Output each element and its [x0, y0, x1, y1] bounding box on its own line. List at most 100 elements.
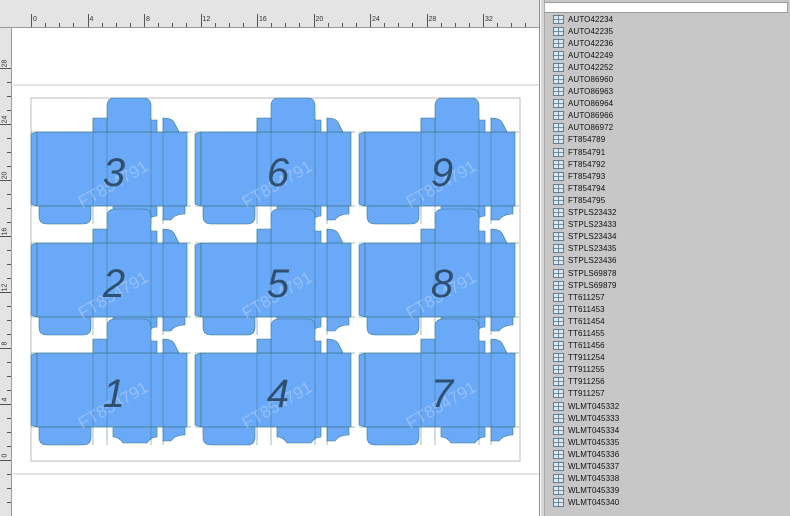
- layer-list-item[interactable]: WLMT045337: [541, 460, 790, 472]
- layer-label: AUTO42236: [568, 38, 614, 48]
- layer-list-item[interactable]: FT854792: [541, 158, 790, 170]
- layer-list-item[interactable]: STPLS23434: [541, 231, 790, 243]
- ruler-tick: [45, 23, 47, 27]
- layer-list-item[interactable]: AUTO86964: [541, 98, 790, 110]
- layer-list-item[interactable]: TT611453: [541, 303, 790, 315]
- layer-label: WLMT045334: [568, 425, 620, 435]
- design-workspace[interactable]: FT854791 3 FT854791 6 FT854791 9 FT854791 2 FT85…: [13, 29, 540, 516]
- layer-list-item[interactable]: AUTO86963: [541, 86, 790, 98]
- layer-stack-icon: [553, 341, 564, 350]
- layer-list-item[interactable]: AUTO42252: [541, 61, 790, 73]
- ruler-tick: [7, 334, 11, 335]
- layer-list-item[interactable]: TT911257: [541, 388, 790, 400]
- dieline-box[interactable]: FT8547919: [358, 97, 519, 225]
- layer-list: AUTO42234 AUTO42235 AUTO42236 AUTO42249 AUTO…: [541, 13, 790, 509]
- top-tuck-flap: [100, 97, 158, 133]
- layer-list-item[interactable]: TT611257: [541, 291, 790, 303]
- layer-list-item[interactable]: AUTO42235: [541, 25, 790, 37]
- glue-tab: [30, 352, 38, 428]
- box-number: 2: [102, 262, 125, 306]
- layer-list-item[interactable]: AUTO42236: [541, 37, 790, 49]
- horizontal-ruler[interactable]: 04812162024283236: [0, 0, 541, 28]
- layer-list-item[interactable]: WLMT045340: [541, 497, 790, 509]
- layer-list-item[interactable]: AUTO42234: [541, 13, 790, 25]
- ruler-label: 16: [259, 16, 267, 23]
- dieline-box[interactable]: FT8547913: [30, 97, 191, 225]
- dieline-box[interactable]: FT8547914: [194, 318, 355, 446]
- layer-list-item[interactable]: TT911254: [541, 352, 790, 364]
- layer-label: TT611454: [568, 316, 605, 326]
- bottom-flap: [326, 426, 350, 442]
- layer-list-item[interactable]: STPLS69879: [541, 279, 790, 291]
- layer-stack-icon: [553, 111, 564, 121]
- layer-list-item[interactable]: WLMT045339: [541, 485, 790, 497]
- ruler-tick: [7, 320, 11, 321]
- layer-list-item[interactable]: WLMT045334: [541, 424, 790, 436]
- layer-list-item[interactable]: TT611455: [541, 327, 790, 339]
- ruler-tick: [158, 23, 160, 27]
- ruler-tick: [172, 23, 174, 27]
- layer-list-item[interactable]: TT911255: [541, 364, 790, 376]
- vertical-ruler[interactable]: 28 24 20 16 12 8 4 0: [0, 28, 12, 516]
- layer-label: WLMT045336: [568, 449, 620, 459]
- box-number: 4: [267, 372, 289, 416]
- layer-list-item[interactable]: FT854789: [541, 134, 790, 146]
- layer-stack-icon: [553, 256, 564, 266]
- canvas-area[interactable]: 04812162024283236 2824201612840 FT854791…: [0, 0, 540, 516]
- ruler-tick: [426, 14, 428, 27]
- dust-flap: [92, 338, 108, 354]
- layer-list-item[interactable]: TT911256: [541, 376, 790, 388]
- dieline-box[interactable]: FT8547917: [358, 318, 519, 446]
- ruler-label: 0: [1, 453, 9, 458]
- layer-list-item[interactable]: WLMT045333: [541, 412, 790, 424]
- layer-list-item[interactable]: AUTO86972: [541, 122, 790, 134]
- dieline-box[interactable]: FT8547916: [194, 97, 355, 225]
- layer-list-item[interactable]: TT611456: [541, 340, 790, 352]
- ruler-tick: [7, 278, 11, 279]
- ruler-tick: [7, 194, 11, 195]
- layer-label: AUTO42249: [568, 50, 614, 60]
- layer-list-item[interactable]: STPLS69878: [541, 267, 790, 279]
- layer-label: TT911254: [568, 353, 605, 363]
- layer-label: AUTO86966: [568, 111, 614, 121]
- ruler-tick: [540, 14, 541, 28]
- layer-stack-icon: [553, 389, 564, 399]
- layer-list-item[interactable]: FT854795: [541, 194, 790, 206]
- layer-list-item[interactable]: WLMT045332: [541, 400, 790, 412]
- ruler-tick: [186, 23, 188, 27]
- ruler-tick: [242, 23, 244, 27]
- layer-list-item[interactable]: WLMT045336: [541, 448, 790, 460]
- layers-panel: AUTO42234 AUTO42235 AUTO42236 AUTO42249 AUTO…: [541, 0, 790, 516]
- dieline-box[interactable]: FT8547918: [358, 208, 519, 336]
- ruler-label: 4: [1, 397, 9, 402]
- layer-stack-icon: [553, 498, 564, 508]
- layer-list-item[interactable]: AUTO42249: [541, 49, 790, 61]
- layer-list-item[interactable]: AUTO86966: [541, 110, 790, 122]
- dieline-box[interactable]: FT8547911: [30, 318, 191, 446]
- ruler-tick: [200, 14, 202, 27]
- layer-stack-icon: [553, 365, 564, 375]
- layer-stack-icon: [553, 38, 564, 48]
- layer-list-item[interactable]: STPLS23435: [541, 243, 790, 255]
- layer-list-item[interactable]: WLMT045338: [541, 473, 790, 485]
- ruler-tick: [7, 110, 11, 111]
- layer-label: AUTO42234: [568, 14, 614, 24]
- layer-list-item[interactable]: STPLS23436: [541, 255, 790, 267]
- layer-stack-icon: [553, 87, 564, 97]
- layer-list-item[interactable]: AUTO86960: [541, 73, 790, 85]
- layer-search-input[interactable]: [543, 2, 788, 13]
- layer-list-item[interactable]: FT854793: [541, 170, 790, 182]
- dieline-artboard[interactable]: FT8547913 FT8547916 FT8547919FT8547912 FT85…: [13, 29, 540, 516]
- layer-stack-icon: [553, 159, 564, 169]
- dieline-box[interactable]: FT8547915: [194, 208, 355, 336]
- dust-flap: [92, 117, 108, 133]
- layer-list-item[interactable]: TT611454: [541, 315, 790, 327]
- dieline-box[interactable]: FT8547912: [30, 208, 191, 336]
- layer-list-item[interactable]: FT854794: [541, 182, 790, 194]
- layer-list-item[interactable]: WLMT045335: [541, 436, 790, 448]
- top-tuck-flap: [264, 318, 322, 354]
- layer-list-item[interactable]: FT854791: [541, 146, 790, 158]
- layer-list-item[interactable]: STPLS23433: [541, 219, 790, 231]
- panel-gutter[interactable]: [541, 0, 545, 516]
- layer-list-item[interactable]: STPLS23432: [541, 207, 790, 219]
